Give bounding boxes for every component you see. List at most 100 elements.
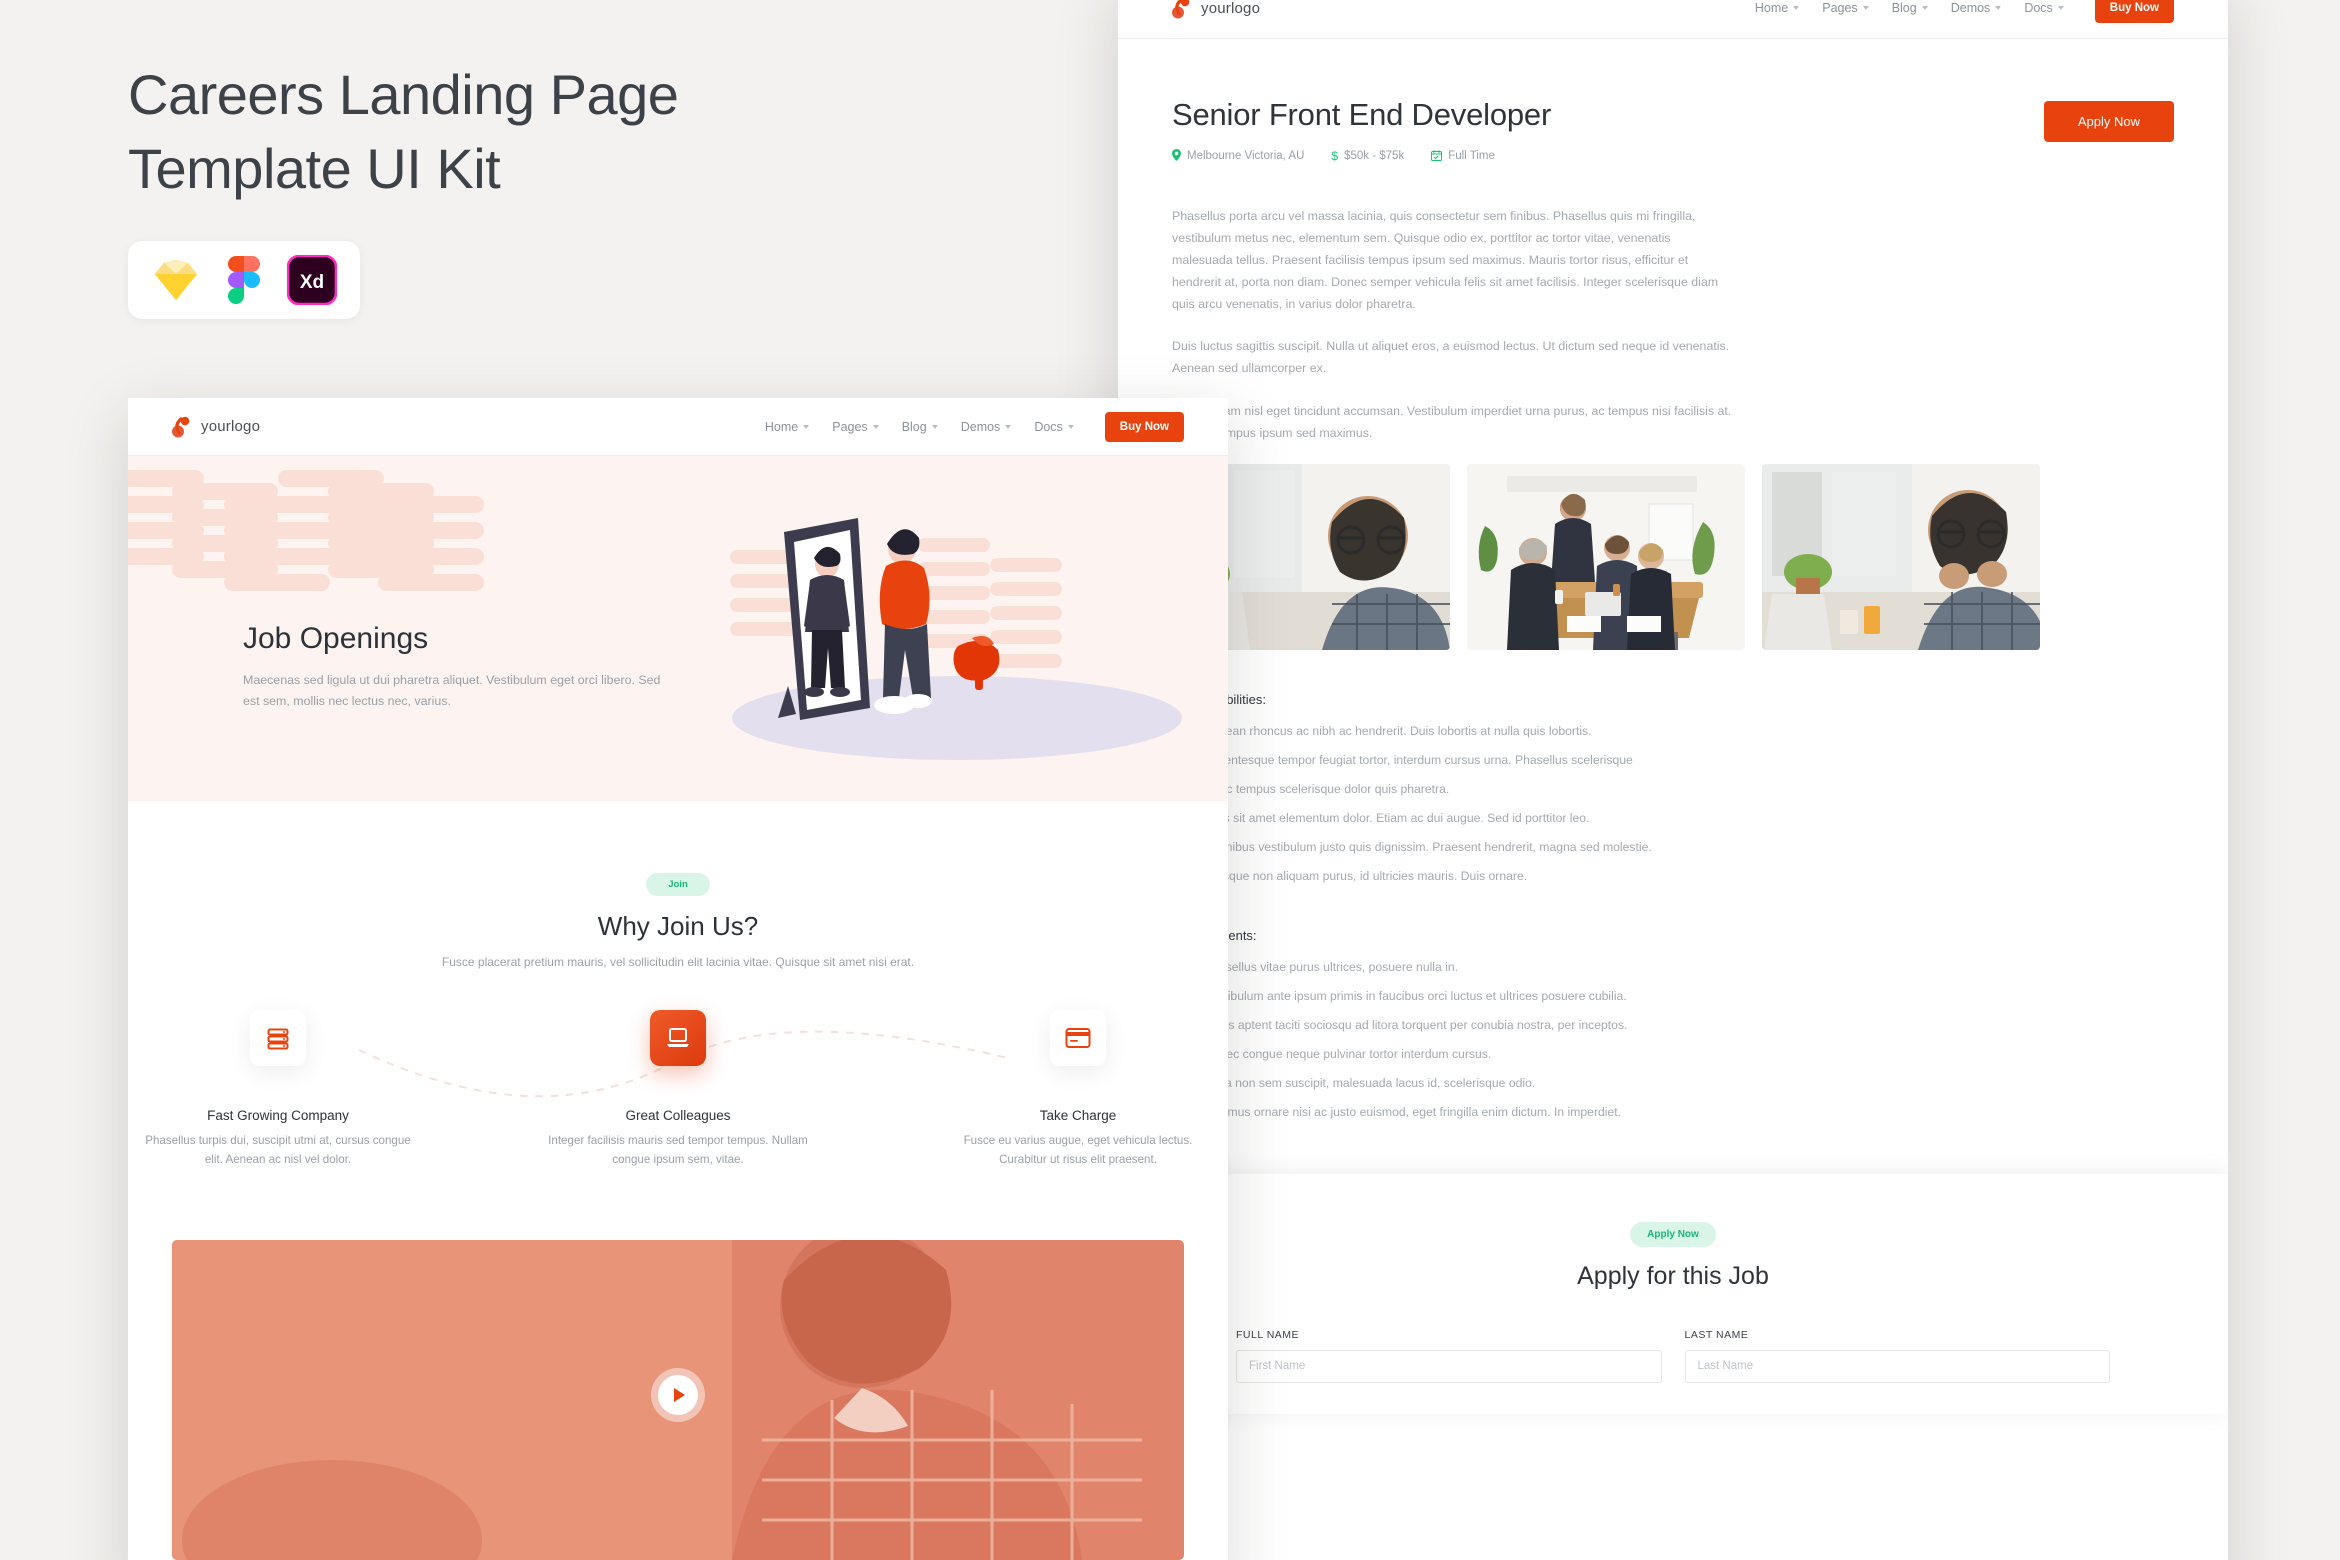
list-item-text: Pellentesque tempor feugiat tortor, inte… xyxy=(1204,752,1633,767)
chevron-down-icon xyxy=(1862,6,1869,10)
list-item-text: Ut finibus vestibulum justo quis digniss… xyxy=(1204,839,1652,854)
landing-navbar: yourlogo Home Pages Blog Demos Docs Buy … xyxy=(128,398,1228,456)
buy-now-button[interactable]: Buy Now xyxy=(1104,411,1184,442)
brand-logo[interactable]: yourlogo xyxy=(1172,0,1260,19)
page-title-line-1: Careers Landing Page xyxy=(128,63,679,126)
nav-item-home[interactable]: Home xyxy=(1754,1,1800,15)
list-item: ✔Quisque non aliquam purus, id ultricies… xyxy=(1172,868,2174,886)
feature-text: Fusce eu varius augue, eget vehicula lec… xyxy=(963,1134,1193,1166)
list-item: ✔Ut finibus vestibulum justo quis dignis… xyxy=(1172,839,2174,857)
sketch-icon xyxy=(150,254,202,306)
job-location-text: Melbourne Victoria, AU xyxy=(1187,150,1305,162)
job-paragraph-1: Phasellus porta arcu vel massa lacinia, … xyxy=(1172,209,1719,312)
first-name-input[interactable] xyxy=(1236,1349,1662,1383)
responsibilities-list: ✔Aenean rhoncus ac nibh ac hendrerit. Du… xyxy=(1172,723,2174,886)
list-item: ✔Vestibulum ante ipsum primis in faucibu… xyxy=(1172,988,2174,1006)
job-page-navbar: yourlogo Home Pages Blog Demos Docs Buy … xyxy=(1118,0,2228,39)
brand-logo[interactable]: yourlogo xyxy=(172,416,260,438)
hero-copy: Job Openings Maecenas sed ligula ut dui … xyxy=(243,622,663,711)
hero-subtitle: Maecenas sed ligula ut dui pharetra aliq… xyxy=(243,673,661,708)
page-title: Careers Landing Page Template UI Kit xyxy=(128,58,928,207)
feature-card-fast-growing-company[interactable]: Fast Growing Company Phasellus turpis du… xyxy=(143,1010,413,1169)
nav-item-blog[interactable]: Blog xyxy=(902,420,938,434)
hero-section: Job Openings Maecenas sed ligula ut dui … xyxy=(128,456,1228,801)
video-thumbnail[interactable] xyxy=(172,1239,1184,1560)
last-name-label: LAST NAME xyxy=(1684,1328,1749,1341)
list-item: ✔Class aptent taciti sociosqu ad litora … xyxy=(1172,1017,2174,1035)
list-item-text: Phasellus vitae purus ultrices, posuere … xyxy=(1204,959,1459,974)
nav-item-demos[interactable]: Demos xyxy=(961,420,1012,434)
nav-label: Home xyxy=(1754,1,1789,15)
job-meta-type: Full Time xyxy=(1431,149,1495,163)
nav-item-pages[interactable]: Pages xyxy=(1822,1,1869,15)
nav-label: Blog xyxy=(1891,1,1917,15)
job-detail-content: Senior Front End Developer Melbourne Vic… xyxy=(1118,39,2228,1414)
apply-form-header: Apply Now Apply for this Job xyxy=(1236,1221,2110,1291)
careers-landing-browser-panel: yourlogo Home Pages Blog Demos Docs Buy … xyxy=(128,398,1228,1560)
feature-title: Fast Growing Company xyxy=(207,1108,349,1124)
chevron-down-icon xyxy=(803,424,810,429)
list-item-text: Quisque non aliquam purus, id ultricies … xyxy=(1204,868,1528,883)
feature-card-great-colleagues[interactable]: Great Colleagues Integer facilisis mauri… xyxy=(543,1010,813,1169)
list-item: ✔Vivamus ornare nisi ac justo euismod, e… xyxy=(1172,1104,2174,1122)
job-header-text: Senior Front End Developer Melbourne Vic… xyxy=(1172,97,1551,163)
why-join-section: Join Why Join Us? Fusce placerat pretium… xyxy=(128,801,1228,1184)
list-item: ✔Pellentesque tempor feugiat tortor, int… xyxy=(1172,752,2174,770)
calendar-icon xyxy=(1431,149,1443,163)
why-join-subtitle: Fusce placerat pretium mauris, vel solli… xyxy=(441,955,915,969)
primary-nav: Home Pages Blog Demos Docs Buy Now xyxy=(765,411,1184,442)
full-name-label: FULL NAME xyxy=(1236,1328,1300,1341)
design-tool-chips: Xd xyxy=(128,240,360,319)
job-paragraph-3: Sed aliquam nisl eget tincidunt accumsan… xyxy=(1172,403,1732,440)
full-name-field-group: FULL NAME xyxy=(1236,1329,1662,1383)
apply-now-button[interactable]: Apply Now xyxy=(2043,101,2174,142)
screenshot-canvas: Careers Landing Page Template UI Kit Xd … xyxy=(0,0,2340,1560)
apply-form-section: Apply Now Apply for this Job FULL NAME L… xyxy=(1118,1173,2228,1414)
apply-form-row: FULL NAME LAST NAME xyxy=(1236,1329,2110,1383)
adobe-xd-label: Xd xyxy=(300,272,324,293)
list-item: ✔Donec congue neque pulvinar tortor inte… xyxy=(1172,1046,2174,1064)
list-item-text: Donec congue neque pulvinar tortor inter… xyxy=(1204,1046,1492,1061)
chevron-down-icon xyxy=(2057,6,2064,10)
chevron-down-icon xyxy=(1995,6,2002,10)
play-button[interactable] xyxy=(651,1367,705,1422)
last-name-input[interactable] xyxy=(1684,1349,2110,1383)
nav-label: Pages xyxy=(832,419,868,434)
list-item-text: Class aptent taciti sociosqu ad litora t… xyxy=(1204,1017,1628,1032)
figma-icon xyxy=(218,254,270,306)
list-item: ✔Phasellus vitae purus ultrices, posuere… xyxy=(1172,959,2174,977)
dollar-icon: $ xyxy=(1331,149,1339,163)
nav-item-home[interactable]: Home xyxy=(765,420,810,434)
chevron-down-icon xyxy=(931,424,938,429)
job-photo-gallery xyxy=(1172,463,2174,650)
primary-nav: Home Pages Blog Demos Docs Buy Now xyxy=(1755,0,2174,23)
list-item-text: Vivamus ornare nisi ac justo euismod, eg… xyxy=(1204,1104,1622,1119)
nav-label: Docs xyxy=(2024,1,2053,15)
list-item-text: Nunc tempus scelerisque dolor quis phare… xyxy=(1204,781,1450,796)
brand-name: yourlogo xyxy=(201,418,261,435)
job-description: Phasellus porta arcu vel massa lacinia, … xyxy=(1172,205,1732,444)
nav-item-blog[interactable]: Blog xyxy=(1892,1,1928,15)
apply-form-title: Apply for this Job xyxy=(1577,1261,1769,1290)
job-paragraph-2: Duis luctus sagittis suscipit. Nulla ut … xyxy=(1172,339,1730,376)
buy-now-button[interactable]: Buy Now xyxy=(2094,0,2174,23)
feature-card-take-charge[interactable]: Take Charge Fusce eu varius augue, eget … xyxy=(943,1010,1213,1169)
why-join-title: Why Join Us? xyxy=(597,911,759,941)
nav-item-docs[interactable]: Docs xyxy=(2024,1,2064,15)
list-item: ✔Nulla non sem suscipit, malesuada lacus… xyxy=(1172,1075,2174,1093)
job-detail-browser-panel: yourlogo Home Pages Blog Demos Docs Buy … xyxy=(1118,0,2228,1560)
promo-block: Careers Landing Page Template UI Kit Xd xyxy=(128,58,928,319)
page-title-line-2: Template UI Kit xyxy=(128,137,501,201)
nav-item-demos[interactable]: Demos xyxy=(1951,1,2002,15)
nav-item-pages[interactable]: Pages xyxy=(832,419,879,434)
job-photo-2 xyxy=(1467,463,1745,650)
job-title: Senior Front End Developer xyxy=(1172,97,1552,132)
job-meta-salary: $ $50k - $75k xyxy=(1331,149,1404,163)
chevron-down-icon xyxy=(872,424,879,429)
server-list-icon xyxy=(250,1010,306,1067)
chevron-down-icon xyxy=(1067,424,1074,429)
play-icon xyxy=(658,1374,698,1415)
brand-name: yourlogo xyxy=(1201,0,1261,17)
nav-item-docs[interactable]: Docs xyxy=(1034,420,1074,434)
list-item-text: Vestibulum ante ipsum primis in faucibus… xyxy=(1204,988,1627,1003)
